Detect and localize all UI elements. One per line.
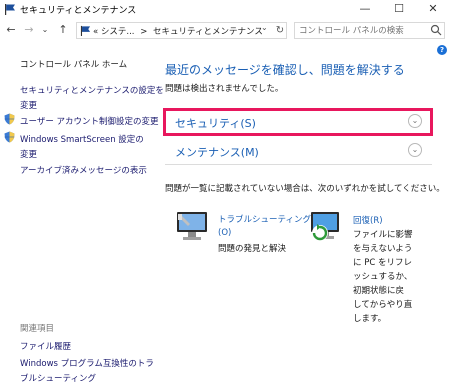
troubleshooting-title-line2: (O): [218, 228, 232, 238]
security-section-label: セキュリティ(S): [175, 117, 256, 130]
recovery-desc-line: ファイルに影響: [353, 230, 413, 240]
troubleshooting-title-line1: トラブルシューティング: [218, 215, 311, 225]
recovery-desc-line: に PC をリフレ: [353, 258, 412, 268]
flag-icon: [5, 4, 15, 15]
compat-label-line1: Windows プログラム互換性のトラ: [20, 359, 154, 369]
troubleshooting-desc: 問題の発見と解決: [218, 244, 287, 254]
recovery-desc-line: 初期状態に戻: [353, 286, 405, 296]
smartscreen-label-line2: 変更: [20, 150, 38, 160]
flag-icon: [80, 25, 91, 36]
breadcrumb: « システ... > セキュリティとメンテナンス: [93, 25, 263, 37]
recovery-desc-line: を与えないよう: [353, 244, 413, 254]
smartscreen-label-line1: Windows SmartScreen 設定の: [20, 135, 144, 145]
recovery-desc-line: ッシュするか、: [353, 272, 413, 282]
page-title: 最近のメッセージを確認し、問題を解決する: [165, 63, 405, 77]
recovery-link[interactable]: 回復(R): [353, 214, 383, 226]
breadcrumb-system[interactable]: システ...: [101, 27, 135, 37]
uac-settings-link[interactable]: ユーザー アカウント制御設定の変更: [20, 115, 159, 127]
close-button[interactable]: ✕: [416, 0, 450, 18]
control-panel-home-link[interactable]: コントロール パネル ホーム: [20, 58, 127, 70]
archived-messages-link[interactable]: アーカイブ済みメッセージの表示: [20, 164, 147, 176]
forward-arrow-icon[interactable]: →: [22, 23, 36, 37]
compat-troubleshoot-link[interactable]: Windows プログラム互換性のトラ ブルシューティング: [20, 357, 154, 384]
troubleshooting-link[interactable]: トラブルシューティング (O): [218, 214, 311, 240]
refresh-icon[interactable]: ↻: [273, 22, 287, 39]
related-title: 関連項目: [20, 324, 55, 334]
minimize-button[interactable]: —: [348, 0, 382, 18]
maximize-button[interactable]: ☐: [382, 0, 416, 18]
smartscreen-shield-icon: [4, 131, 15, 143]
smartscreen-settings-link[interactable]: Windows SmartScreen 設定の 変更: [20, 133, 144, 160]
recovery-icon[interactable]: [308, 209, 344, 245]
troubleshooting-icon[interactable]: [174, 208, 210, 244]
recovery-desc-line: します。: [353, 314, 387, 324]
back-arrow-icon[interactable]: ←: [4, 23, 18, 37]
breadcrumb-security-maintenance[interactable]: セキュリティとメンテナンス: [153, 27, 263, 37]
uac-shield-icon: [4, 113, 15, 125]
breadcrumb-separator[interactable]: >: [140, 27, 147, 37]
recovery-desc-line: してからやり直: [353, 300, 413, 310]
breadcrumb-overflow[interactable]: «: [93, 27, 98, 37]
search-icon[interactable]: [430, 24, 442, 36]
address-dropdown-icon[interactable]: ⌄: [261, 23, 268, 32]
window-title: セキュリティとメンテナンス: [20, 6, 137, 16]
help-icon[interactable]: ?: [437, 45, 447, 55]
no-issues-text: 問題は検出されませんでした。: [165, 84, 284, 94]
recent-locations-icon[interactable]: ⌄: [38, 23, 52, 37]
change-settings-link[interactable]: セキュリティとメンテナンスの設定を 変更: [20, 84, 164, 111]
file-history-link[interactable]: ファイル履歴: [20, 340, 71, 352]
search-input[interactable]: [294, 22, 445, 39]
maintenance-section-label: メンテナンス(M): [175, 146, 259, 159]
chevron-down-icon[interactable]: ⌄: [408, 143, 422, 157]
recovery-desc: ファイルに影響 を与えないよう に PC をリフレ ッシュするか、 初期状態に戻…: [353, 228, 413, 326]
security-section[interactable]: セキュリティ(S) ⌄: [165, 109, 432, 136]
compat-label-line2: ブルシューティング: [20, 374, 96, 384]
change-settings-label-line1: セキュリティとメンテナンスの設定を: [20, 86, 164, 96]
change-settings-label-line2: 変更: [20, 101, 38, 111]
chevron-down-icon[interactable]: ⌄: [408, 114, 422, 128]
hint-text: 問題が一覧に記載されていない場合は、次のいずれかを試してください。: [165, 184, 445, 194]
maintenance-section[interactable]: メンテナンス(M) ⌄: [165, 138, 432, 165]
up-arrow-icon[interactable]: ↑: [56, 23, 70, 37]
